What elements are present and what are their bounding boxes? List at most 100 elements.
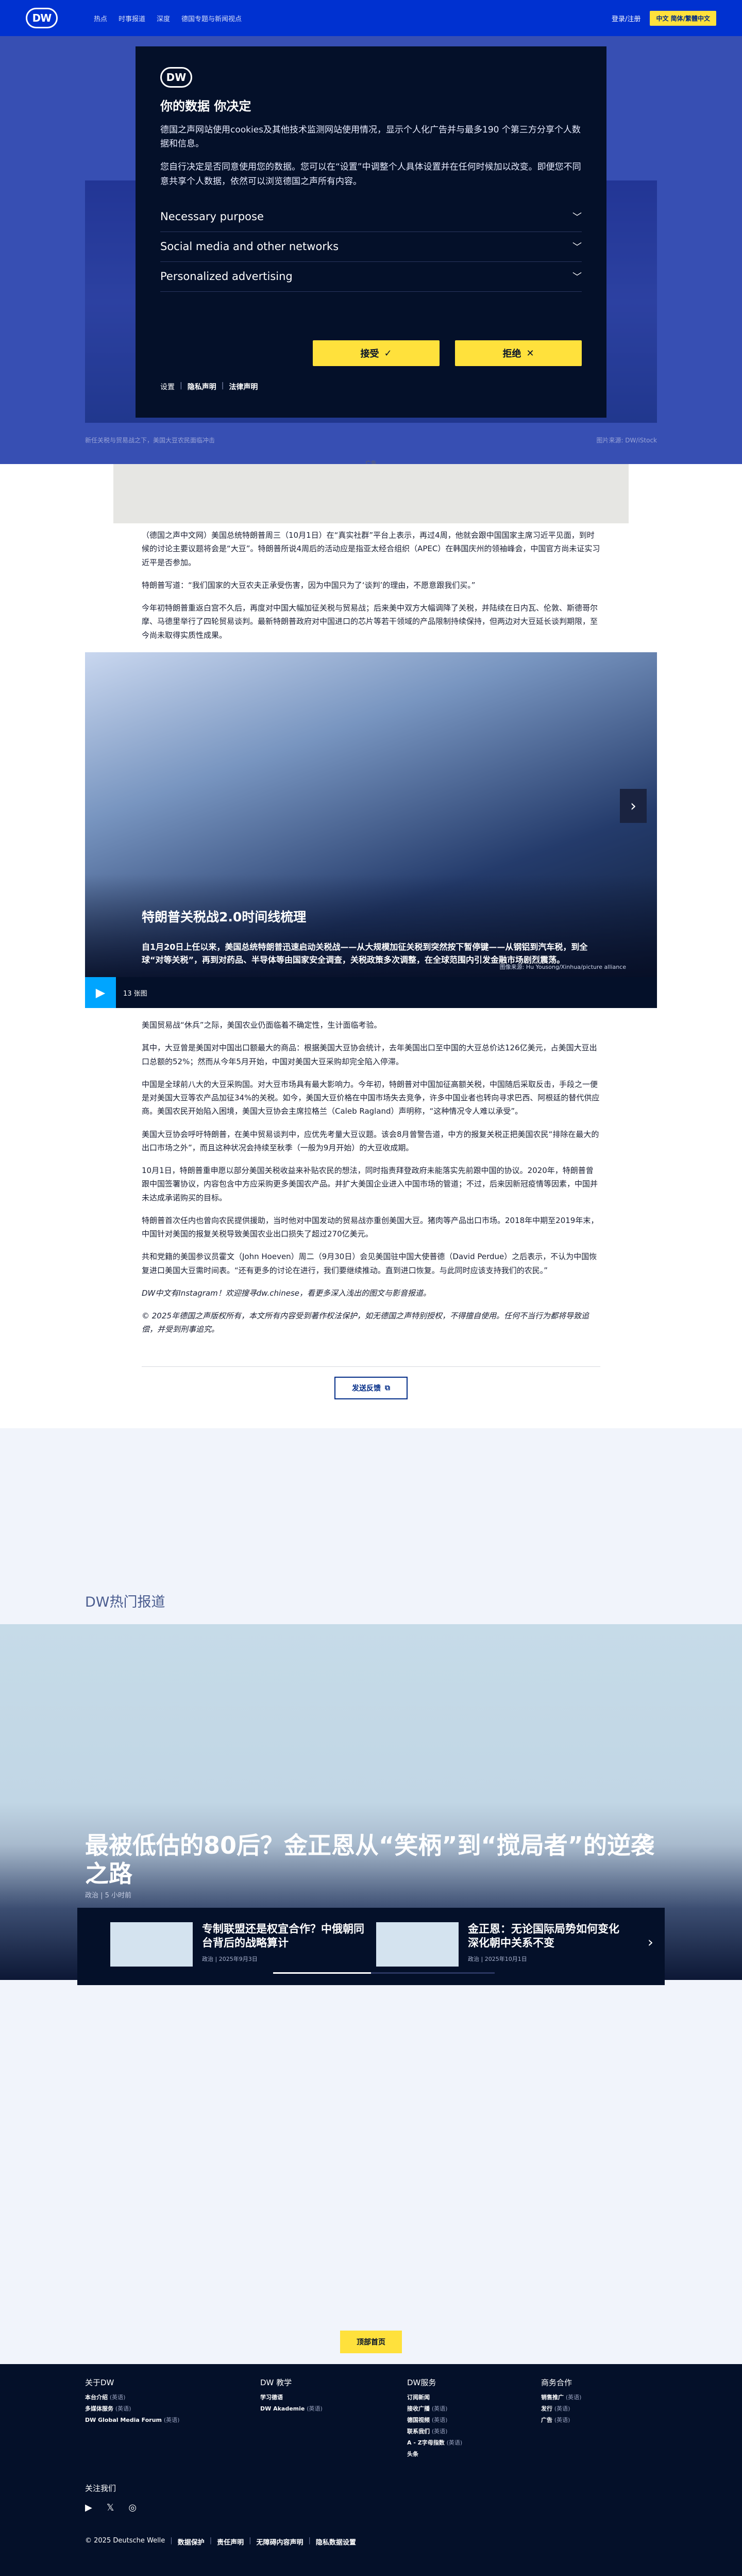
cookie-text-1: 德国之声网站使用cookies及其他技术监测网站使用情况，显示个人化广告并与最多… — [160, 125, 581, 150]
carousel-progress — [273, 1972, 495, 1974]
purpose-necessary[interactable]: Necessary purpose ﹀ — [160, 202, 582, 232]
instagram-promo: DW中文有Instagram！欢迎搜寻dw.chinese，看更多深入浅出的图文… — [142, 1288, 431, 1298]
related-card[interactable]: 金正恩：无论国际局势如何变化 深化朝中关系不变 政治 | 2025年10月1日 — [376, 1922, 633, 1967]
footer-legal-link[interactable]: 无障碍内容声明 — [257, 2537, 303, 2547]
nav-item-indepth[interactable]: 深度 — [157, 13, 170, 23]
gallery-controls: ▶ 13 张图 — [85, 977, 657, 1008]
feedback-label: 发送反馈 — [352, 1384, 381, 1393]
x-icon[interactable]: 𝕏 — [107, 2502, 114, 2513]
legal-link[interactable]: 法律声明 — [229, 382, 258, 392]
footer-legal-link[interactable]: 数据保护 — [178, 2537, 205, 2547]
check-icon: ✓ — [384, 348, 392, 359]
footer-legal-link[interactable]: 责任声明 — [217, 2537, 244, 2547]
play-icon[interactable]: ▶ — [85, 977, 116, 1008]
footer-link[interactable]: 发行 (英语) — [541, 2404, 581, 2413]
footer-heading: 关于DW — [85, 2378, 114, 2387]
privacy-link[interactable]: 隐私声明 — [188, 382, 216, 392]
chevron-down-icon: ﹀ — [572, 212, 582, 223]
card-title: 专制联盟还是权宜合作？中俄朝同台背后的战略算计 — [202, 1923, 364, 1950]
youtube-icon[interactable]: ▶ — [85, 2502, 92, 2513]
accept-button[interactable]: 接受 ✓ — [313, 340, 440, 366]
purpose-advertising[interactable]: Personalized advertising ﹀ — [160, 262, 582, 292]
related-carousel: 专制联盟还是权宜合作？中俄朝同台背后的战略算计 政治 | 2025年9月3日 金… — [77, 1908, 665, 1985]
close-icon: ✕ — [526, 348, 534, 359]
article-paragraph: 美国大豆协会呼吁特朗普，在美中贸易谈判中，应优先考量大豆议题。该会8月曾警告道，… — [142, 1129, 599, 1152]
divider — [142, 1366, 600, 1367]
gallery-title[interactable]: 特朗普关税战2.0时间线梳理 — [142, 907, 306, 926]
main-nav: 热点 时事报道 深度 德国专题与新闻视点 — [94, 13, 242, 23]
reject-label: 拒绝 — [502, 349, 521, 359]
footer-link[interactable]: 多媒体服务 (英语) — [85, 2404, 179, 2413]
reject-button[interactable]: 拒绝 ✕ — [455, 340, 582, 366]
related-card[interactable]: 专制联盟还是权宜合作？中俄朝同台背后的战略算计 政治 | 2025年9月3日 — [110, 1922, 367, 1967]
article-body-top: （德国之声中文网）美国总统特朗普周三（10月1日）在“真实社群”平台上表示，再过… — [142, 529, 600, 651]
footer-heading: DW服务 — [407, 2378, 436, 2387]
article-paragraph: 其中，大豆曾是美国对中国出口额最大的商品：根据美国大豆协会统计，去年美国出口至中… — [142, 1043, 597, 1066]
footer-link[interactable]: 接收广播 (英语) — [407, 2404, 462, 2413]
footer-link[interactable]: 德国视频 (英语) — [407, 2416, 462, 2424]
purpose-label: Necessary purpose — [160, 210, 264, 223]
cookie-consent-dialog: DW 你的数据 你决定 德国之声网站使用cookies及其他技术监测网站使用情况… — [136, 46, 606, 418]
card-thumbnail — [110, 1922, 193, 1967]
copyright-notice: © 2025年德国之声版权所有，本文所有内容受到著作权法保护，如无德国之声特别授… — [142, 1311, 589, 1334]
purpose-label: Personalized advertising — [160, 270, 293, 283]
nav-item-hot[interactable]: 热点 — [94, 13, 107, 23]
footer-link[interactable]: 销售推广 (英语) — [541, 2393, 581, 2401]
footer-link[interactable]: 广告 (英语) — [541, 2416, 581, 2424]
language-button[interactable]: 中文 简体/繁體中文 — [650, 10, 716, 26]
image-gallery[interactable]: › 特朗普关税战2.0时间线梳理 自1月20日上任以来，美国总统特朗普迅速启动关… — [85, 652, 657, 1008]
copyright: © 2025 Deutsche Welle — [85, 2537, 165, 2545]
article-paragraph: 美国贸易战“休兵”之际，美国农业仍面临着不确定性，生计面临考验。 — [142, 1020, 382, 1030]
article-paragraph: 今年初特朗普重返白宫不久后，再度对中国大幅加征关税与贸易战；后来美中双方大幅调降… — [142, 603, 598, 640]
teaser-headline[interactable]: 最被低估的80后？金正恩从“笑柄”到“搅局者”的逆袭之路 — [85, 1831, 657, 1888]
nav-item-germany[interactable]: 德国专题与新闻视点 — [181, 13, 242, 23]
article-body-bottom: 美国贸易战“休兵”之际，美国农业仍面临着不确定性，生计面临考验。 其中，大豆曾是… — [142, 1018, 600, 1346]
chevron-right-icon[interactable]: › — [648, 1934, 653, 1951]
footer-link[interactable]: DW Global Media Forum (英语) — [85, 2416, 179, 2424]
purpose-social-media[interactable]: Social media and other networks ﹀ — [160, 232, 582, 262]
instagram-icon[interactable]: ◎ — [128, 2502, 137, 2513]
ad-slot — [113, 464, 629, 523]
cookie-text-2: 您自行决定是否同意使用您的数据。您可以在“设置”中调整个人具体设置并在任何时候加… — [160, 162, 581, 187]
chevron-right-icon[interactable]: › — [620, 789, 647, 823]
footer-link[interactable]: 本台介绍 (英语) — [85, 2393, 179, 2401]
article-paragraph: 特朗普写道：“我们国家的大豆农夫正承受伤害，因为中国只为了‘谈判’的理由，不愿意… — [142, 580, 476, 590]
settings-link[interactable]: 设置 — [160, 382, 175, 392]
card-meta: 政治 | 2025年9月3日 — [202, 1955, 258, 1962]
footer-link[interactable]: 联系我们 (英语) — [407, 2427, 462, 2435]
dw-logo[interactable]: DW — [26, 8, 58, 28]
footer-heading: DW 教学 — [260, 2378, 292, 2387]
footer-link[interactable]: 学习德语 — [260, 2393, 323, 2401]
login-link[interactable]: 登录/注册 — [612, 13, 640, 23]
nav-item-news[interactable]: 时事报道 — [119, 13, 145, 23]
footer-col-services: DW服务 订阅新闻 接收广播 (英语) 德国视频 (英语) 联系我们 (英语) … — [407, 2377, 462, 2461]
follow-us-label: 关注我们 — [85, 2484, 116, 2493]
article-paragraph: 中国是全球前八大的大豆采购国。对大豆市场具有最大影响力。今年初，特朗普对中国加征… — [142, 1079, 600, 1116]
chevron-down-icon: ﹀ — [572, 272, 582, 283]
footer-link[interactable]: DW Akademie (英语) — [260, 2404, 323, 2413]
article-paragraph: 共和党籍的美国参议员霍文（John Hoeven）周二（9月30日）会见美国驻中… — [142, 1252, 597, 1275]
footer-legal-link[interactable]: 隐私数据设置 — [316, 2537, 356, 2547]
gallery-credit: 图像来源: Hu Yousong/Xinhua/picture alliance — [499, 964, 626, 970]
footer-heading: 商务合作 — [541, 2378, 572, 2387]
footer-col-learn: DW 教学 学习德语 DW Akademie (英语) — [260, 2377, 323, 2416]
back-to-top-button[interactable]: 顶部首页 — [340, 2331, 402, 2353]
feedback-button[interactable]: 发送反馈 ⧉ — [334, 1377, 408, 1399]
consent-purposes: Necessary purpose ﹀ Social media and oth… — [160, 202, 582, 292]
footer: 关于DW 本台介绍 (英语) 多媒体服务 (英语) DW Global Medi… — [0, 2364, 742, 2576]
section-title: DW热门报道 — [85, 1594, 165, 1610]
top-navigation-bar: DW 热点 时事报道 深度 德国专题与新闻视点 登录/注册 中文 简体/繁體中文 — [0, 0, 742, 36]
consent-actions: 接受 ✓ 拒绝 ✕ — [313, 340, 582, 366]
footer-link[interactable]: 头条 — [407, 2450, 462, 2458]
footer-col-business: 商务合作 销售推广 (英语) 发行 (英语) 广告 (英语) — [541, 2377, 581, 2427]
separator: | — [180, 382, 182, 390]
accept-label: 接受 — [360, 349, 379, 359]
article-paragraph: （德国之声中文网）美国总统特朗普周三（10月1日）在“真实社群”平台上表示，再过… — [142, 531, 600, 567]
footer-link[interactable]: 订阅新闻 — [407, 2393, 462, 2401]
article-paragraph: 特朗普首次任内也曾向农民提供援助，当时他对中国发动的贸易战亦重创美国大豆。猪肉等… — [142, 1215, 599, 1239]
footer-link[interactable]: A - Z字母指数 (英语) — [407, 2438, 462, 2447]
consent-links: 设置 | 隐私声明 | 法律声明 — [160, 382, 258, 392]
dw-logo: DW — [160, 67, 192, 88]
external-link-icon: ⧉ — [385, 1384, 390, 1392]
card-thumbnail — [376, 1922, 459, 1967]
